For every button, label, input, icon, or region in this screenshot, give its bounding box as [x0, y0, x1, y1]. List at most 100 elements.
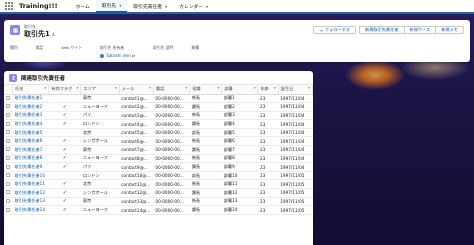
column-header[interactable]: 部署 ▾ [221, 85, 259, 95]
chevron-down-icon[interactable]: ▾ [45, 86, 47, 90]
action-label: フォローする [324, 27, 350, 32]
row-checkbox[interactable] [6, 207, 10, 212]
row-checkbox[interactable] [6, 130, 10, 135]
contact-name-link[interactable]: 取引先責任者12 [12, 188, 49, 198]
contact-name-link[interactable]: 取引先責任者13 [12, 197, 49, 207]
checkmark-icon: ✓ [62, 146, 67, 153]
contacts-table: 氏名 ▾ 有効フラグ ▾ エリア ▾ メール ▾ 電話 ▾ 役職 ▾ 部署 ▾ 年齢 ▾ 誕生日 ▾ 取引先責任者… [4, 85, 313, 215]
row-checkbox[interactable] [6, 95, 10, 100]
row-select[interactable] [4, 154, 13, 164]
app-launcher-icon[interactable] [3, 0, 15, 12]
row-checkbox[interactable] [6, 138, 10, 143]
chevron-down-icon[interactable]: ▾ [77, 86, 79, 90]
contact-name-link[interactable]: 取引先責任者5 [12, 128, 49, 138]
contact-name-link[interactable]: 取引先責任者4 [12, 119, 49, 129]
row-checkbox[interactable] [6, 173, 10, 178]
row-select[interactable] [4, 94, 13, 104]
active-flag-cell: ✓ [48, 145, 81, 155]
row-checkbox[interactable] [6, 147, 10, 152]
contact-name-link[interactable]: 取引先責任者14 [12, 205, 49, 215]
row-select[interactable] [4, 128, 13, 138]
action-button[interactable]: 新規取引先責任者 [358, 26, 405, 34]
row-checkbox[interactable] [6, 181, 10, 186]
hierarchy-icon[interactable]: ⅄ [52, 32, 55, 38]
row-select[interactable] [4, 188, 13, 198]
table-cell: 00-0000-00... [153, 119, 190, 129]
row-checkbox[interactable] [6, 190, 10, 195]
table-cell: 1997/11/04 [278, 162, 313, 172]
table-row: 取引先責任者5 北京 contact5@... 00-0000-00... 部長 部署5 2… [4, 128, 313, 138]
table-cell: 部署3 [221, 111, 258, 121]
chevron-down-icon[interactable]: ▾ [185, 86, 187, 90]
chevron-down-icon[interactable]: ▾ [149, 86, 151, 90]
table-cell: 23 [257, 188, 279, 198]
field-label: 電話 [35, 45, 44, 50]
contact-name-link[interactable]: 取引先責任者6 [12, 136, 49, 147]
action-button[interactable]: 新規ケース [403, 26, 437, 34]
action-button[interactable]: 新規メモ [435, 26, 464, 34]
row-select[interactable] [4, 179, 13, 190]
row-select[interactable] [4, 162, 13, 172]
row-select[interactable] [4, 136, 13, 147]
change-owner-icon[interactable]: ⇄ [132, 53, 135, 58]
contact-name-link[interactable]: 取引先責任者1 [12, 94, 49, 104]
chevron-down-icon[interactable]: ▾ [115, 86, 117, 90]
nav-tab[interactable]: 取引先 ▾ [95, 0, 128, 13]
row-checkbox[interactable] [6, 198, 10, 203]
contact-icon [9, 73, 17, 82]
table-cell: 00-0000-00... [153, 128, 190, 138]
contact-name-link[interactable]: 取引先責任者2 [12, 102, 49, 112]
contact-name-link[interactable]: 取引先責任者7 [12, 145, 49, 155]
follow-button[interactable]: + フォローする [313, 26, 356, 34]
nav-tab[interactable]: 取引先責任者 ▾ [127, 0, 173, 13]
table-cell: 係長 [189, 197, 222, 207]
contact-name-link[interactable]: 取引先責任者10 [12, 171, 49, 181]
chevron-down-icon[interactable]: ▾ [165, 4, 167, 9]
field-label: 取引先 所有者 [100, 45, 125, 50]
row-select[interactable] [4, 205, 13, 215]
chevron-down-icon[interactable]: ▾ [217, 86, 219, 90]
contact-name-link[interactable]: 取引先責任者11 [12, 179, 49, 190]
table-cell: 課長 [189, 102, 222, 112]
column-header[interactable]: 役職 ▾ [189, 85, 223, 95]
table-row: 取引先責任者13 ✓ 東京 contact13@... 00-0000-00... 係長部… [4, 197, 313, 207]
row-checkbox[interactable] [6, 121, 10, 126]
chevron-down-icon[interactable]: ▾ [254, 86, 256, 90]
owner-link[interactable]: Satoshi den ⇄ [100, 53, 135, 58]
column-header[interactable]: エリア ▾ [80, 85, 120, 95]
column-header[interactable]: 電話 ▾ [153, 85, 191, 95]
row-select[interactable] [4, 102, 13, 112]
nav-tab[interactable]: カレンダー ▾ [173, 0, 214, 13]
contact-name-link[interactable]: 取引先責任者9 [12, 162, 49, 172]
column-header[interactable]: 誕生日 ▾ [278, 85, 313, 95]
table-cell: 00-0000-00... [153, 154, 190, 164]
checkmark-icon: ✓ [62, 103, 67, 110]
chevron-down-icon[interactable]: ▾ [308, 86, 310, 90]
chevron-down-icon[interactable]: ▾ [119, 3, 121, 8]
row-checkbox[interactable] [6, 112, 10, 117]
chevron-down-icon[interactable]: ▾ [274, 86, 276, 90]
row-select[interactable] [4, 197, 13, 207]
contact-name-link[interactable]: 取引先責任者3 [12, 111, 49, 121]
row-select[interactable] [4, 111, 13, 121]
column-header[interactable]: 有効フラグ ▾ [48, 85, 82, 95]
related-list-contacts: 関連取引先責任者 氏名 ▾ 有効フラグ ▾ エリア ▾ メール ▾ 電話 ▾ 役職 ▾ 部署 ▾ 年齢 ▾ 誕生… [4, 71, 313, 245]
contact-name-link[interactable]: 取引先責任者8 [12, 154, 49, 164]
row-select[interactable] [4, 119, 13, 129]
row-checkbox[interactable] [6, 104, 10, 109]
related-list-title[interactable]: 関連取引先責任者 [21, 74, 65, 82]
nav-tab[interactable]: ホーム [70, 0, 96, 13]
field-value: Satoshi den [106, 53, 131, 58]
column-header[interactable]: 年齢 ▾ [257, 85, 279, 95]
active-flag-cell [48, 128, 81, 138]
column-header-label: 氏名 [15, 86, 24, 92]
column-header[interactable]: 氏名 ▾ [12, 85, 50, 95]
chevron-down-icon[interactable]: ▾ [206, 4, 208, 9]
table-cell: 係長 [189, 179, 222, 190]
row-checkbox[interactable] [6, 164, 10, 169]
column-header[interactable]: メール ▾ [119, 85, 154, 95]
row-select[interactable] [4, 171, 13, 181]
row-checkbox[interactable] [6, 155, 10, 160]
table-cell: 部署14 [221, 205, 258, 215]
row-select[interactable] [4, 145, 13, 155]
